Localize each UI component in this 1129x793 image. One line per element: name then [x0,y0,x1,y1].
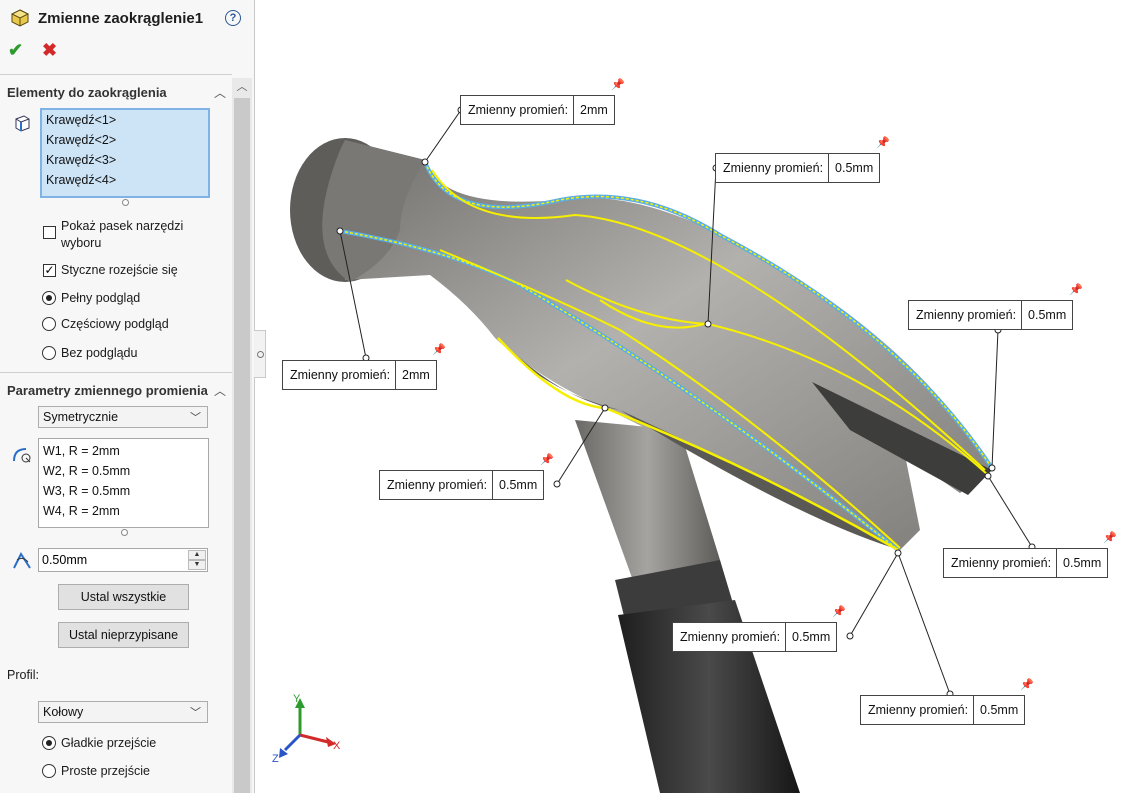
callout-value[interactable]: 0.5mm [1022,301,1072,329]
collapse-chevron-icon[interactable]: ︿ [214,382,226,399]
scroll-up-icon[interactable]: ︿ [232,78,252,96]
variable-radius-callout[interactable]: Zmienny promień: 2mm [460,95,615,125]
partial-preview-label: Częściowy podgląd [61,317,169,331]
callout-label: Zmienny promień: [944,549,1058,577]
callout-value[interactable]: 0.5mm [829,154,879,182]
variable-radius-callout[interactable]: Zmienny promień: 2mm [282,360,437,390]
straight-transition-radio[interactable] [42,764,56,778]
list-item[interactable]: W4, R = 2mm [43,504,120,518]
axis-y-label: Y [293,693,301,705]
profile-label: Profil: [7,668,39,682]
show-toolbar-checkbox[interactable] [43,226,56,239]
spin-down-icon[interactable]: ▼ [188,560,206,570]
partial-preview-radio[interactable] [42,317,56,331]
radius-icon [13,448,31,463]
set-all-button[interactable]: Ustal wszystkie [58,584,189,610]
list-item[interactable]: W2, R = 0.5mm [43,464,130,478]
smooth-transition-label: Gładkie przejście [61,736,157,750]
no-preview-label: Bez podglądu [61,346,138,360]
chevron-down-icon: ﹀ [190,707,201,719]
callout-value[interactable]: 2mm [574,96,614,124]
callout-label: Zmienny promień: [861,696,975,724]
callout-value[interactable]: 0.5mm [1057,549,1107,577]
pin-icon[interactable]: 📌 [1020,678,1034,691]
chevron-down-icon: ﹀ [190,412,201,424]
variable-radius-callout[interactable]: Zmienny promień: 0.5mm [860,695,1026,725]
pin-icon[interactable]: 📌 [1069,283,1083,296]
tangent-checkbox[interactable]: ✓ [43,264,56,277]
pin-icon[interactable]: 📌 [540,453,554,466]
axis-z-label: Z [272,753,279,765]
callout-value[interactable]: 0.5mm [974,696,1024,724]
edge-selection-icon [15,115,30,132]
cancel-icon[interactable]: ✖ [42,40,57,61]
feature-header: Zmienne zaokrąglenie1 ? [10,8,242,30]
axis-x-label: X [333,740,341,752]
collapse-chevron-icon[interactable]: ︿ [214,84,226,101]
pin-icon[interactable]: 📌 [611,78,625,91]
spin-up-icon[interactable]: ▲ [188,550,206,560]
section-variable-radius-title: Parametry zmiennego promienia [7,383,208,398]
variable-radius-callout[interactable]: Zmienny promień: 0.5mm [715,153,881,183]
variable-radius-callout[interactable]: Zmienny promień: 0.5mm [943,548,1109,578]
divider [0,372,232,373]
pin-icon[interactable]: 📌 [432,343,446,356]
feature-title: Zmienne zaokrąglenie1 [38,10,204,27]
list-item[interactable]: Krawędź<3> [46,153,116,167]
divider [0,74,232,75]
radius-spinbox[interactable]: 0.50mm ▲ ▼ [38,548,208,572]
callout-label: Zmienny promień: [909,301,1023,329]
edges-listbox[interactable]: Krawędź<1> Krawędź<2> Krawędź<3> Krawędź… [40,108,210,198]
show-toolbar-label: Pokaż pasek narzędzi wyboru [61,219,184,250]
panel-scrollbar[interactable]: ︿ [232,78,252,793]
list-item[interactable]: W1, R = 2mm [43,444,120,458]
variable-radius-callout[interactable]: Zmienny promień: 0.5mm [908,300,1074,330]
resize-handle[interactable] [121,529,128,536]
property-manager: Zmienne zaokrąglenie1 ? ✔ ✖ Elementy do … [0,0,255,793]
set-unassigned-button[interactable]: Ustal nieprzypisane [58,622,189,648]
distance-icon [13,551,31,569]
pin-icon[interactable]: 📌 [876,136,890,149]
no-preview-radio[interactable] [42,346,56,360]
profile-select-value: Kołowy [43,705,84,719]
graphics-viewport[interactable]: Y X Z [256,0,1129,793]
variable-radius-callout[interactable]: Zmienny promień: 0.5mm [672,622,838,652]
radii-listbox[interactable]: W1, R = 2mm W2, R = 0.5mm W3, R = 0.5mm … [38,438,209,528]
list-item[interactable]: W3, R = 0.5mm [43,484,130,498]
symmetric-select[interactable]: Symetrycznie ﹀ [38,406,208,428]
list-item[interactable]: Krawędź<4> [46,173,116,187]
callout-label: Zmienny promień: [283,361,397,389]
callout-value[interactable]: 0.5mm [786,623,836,651]
symmetric-select-value: Symetrycznie [43,410,119,424]
callout-label: Zmienny promień: [461,96,575,124]
help-icon[interactable]: ? [225,10,241,26]
scroll-thumb[interactable] [234,98,250,793]
list-item[interactable]: Krawędź<1> [46,113,116,127]
pin-icon[interactable]: 📌 [832,605,846,618]
radius-value[interactable]: 0.50mm [42,553,87,567]
full-preview-radio[interactable] [42,291,56,305]
straight-transition-label: Proste przejście [61,764,150,778]
tangent-label: Styczne rozejście się [61,263,178,277]
profile-select[interactable]: Kołowy ﹀ [38,701,208,723]
variable-radius-callout[interactable]: Zmienny promień: 0.5mm [379,470,545,500]
callout-label: Zmienny promień: [673,623,787,651]
pin-icon[interactable]: 📌 [1103,531,1117,544]
list-item[interactable]: Krawędź<2> [46,133,116,147]
ok-icon[interactable]: ✔ [8,40,23,61]
smooth-transition-radio[interactable] [42,736,56,750]
callout-value[interactable]: 0.5mm [493,471,543,499]
axis-triad: Y X Z [272,693,341,765]
callout-value[interactable]: 2mm [396,361,436,389]
resize-handle[interactable] [122,199,129,206]
section-items-to-fillet-title: Elementy do zaokrąglenia [7,85,167,100]
callout-label: Zmienny promień: [380,471,494,499]
callout-label: Zmienny promień: [716,154,830,182]
fillet-feature-icon [10,9,30,27]
full-preview-label: Pełny podgląd [61,291,141,305]
